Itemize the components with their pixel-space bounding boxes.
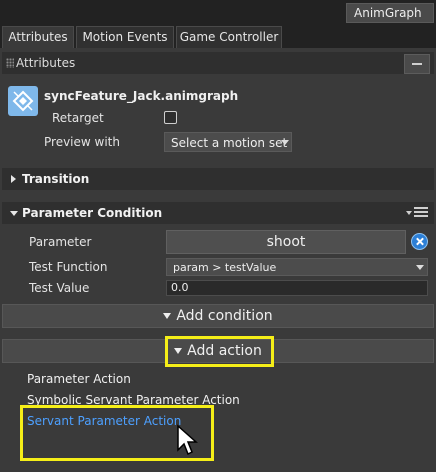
test-function-dropdown[interactable]: param > testValue bbox=[166, 258, 428, 276]
retarget-label: Retarget bbox=[52, 111, 104, 125]
motion-set-value: Select a motion set bbox=[171, 136, 288, 150]
chevron-down-icon bbox=[281, 140, 289, 145]
collapse-arrow-icon bbox=[10, 211, 18, 216]
clear-icon[interactable] bbox=[411, 233, 428, 250]
menu-item-parameter-action[interactable]: Parameter Action bbox=[27, 372, 131, 386]
section-transition-title: Transition bbox=[22, 172, 90, 186]
section-transition[interactable]: Transition bbox=[2, 168, 434, 190]
drag-grip-icon[interactable] bbox=[6, 58, 14, 68]
add-condition-button[interactable]: Add condition bbox=[2, 304, 434, 328]
mouse-cursor-icon bbox=[176, 424, 198, 459]
tab-motion-events[interactable]: Motion Events bbox=[76, 26, 174, 48]
section-parameter-condition-title: Parameter Condition bbox=[22, 206, 163, 220]
add-condition-label: Add condition bbox=[176, 308, 273, 324]
animgraph-button[interactable]: AnimGraph bbox=[346, 3, 434, 23]
tab-bar: Attributes Motion Events Game Controller bbox=[0, 24, 436, 48]
expand-arrow-icon bbox=[11, 175, 16, 183]
animgraph-node-icon bbox=[8, 86, 38, 116]
minimize-button[interactable] bbox=[404, 54, 430, 74]
attributes-panel-header: Attributes bbox=[2, 52, 434, 74]
chevron-down-icon bbox=[416, 265, 424, 270]
test-function-value: param > testValue bbox=[173, 261, 277, 274]
preview-with-label: Preview with bbox=[44, 135, 120, 149]
test-value-input[interactable]: 0.0 bbox=[166, 280, 428, 296]
attributes-panel-title: Attributes bbox=[16, 56, 76, 70]
tab-game-controller[interactable]: Game Controller bbox=[176, 26, 282, 48]
top-bar: AnimGraph bbox=[0, 0, 436, 24]
node-name: syncFeature_Jack.animgraph bbox=[44, 89, 239, 103]
minimize-icon bbox=[412, 63, 422, 65]
test-value-label: Test Value bbox=[29, 281, 90, 295]
dropdown-arrow-icon bbox=[163, 313, 172, 319]
parameter-picker-button[interactable]: shoot bbox=[166, 230, 406, 254]
parameter-label: Parameter bbox=[29, 235, 92, 249]
section-parameter-condition[interactable]: Parameter Condition bbox=[2, 202, 434, 224]
highlight-add-action bbox=[165, 336, 274, 367]
hamburger-menu-icon[interactable] bbox=[406, 207, 428, 219]
test-function-label: Test Function bbox=[29, 260, 108, 274]
motion-set-dropdown[interactable]: Select a motion set bbox=[164, 132, 292, 152]
retarget-checkbox[interactable] bbox=[164, 111, 177, 124]
tab-attributes[interactable]: Attributes bbox=[2, 26, 74, 48]
